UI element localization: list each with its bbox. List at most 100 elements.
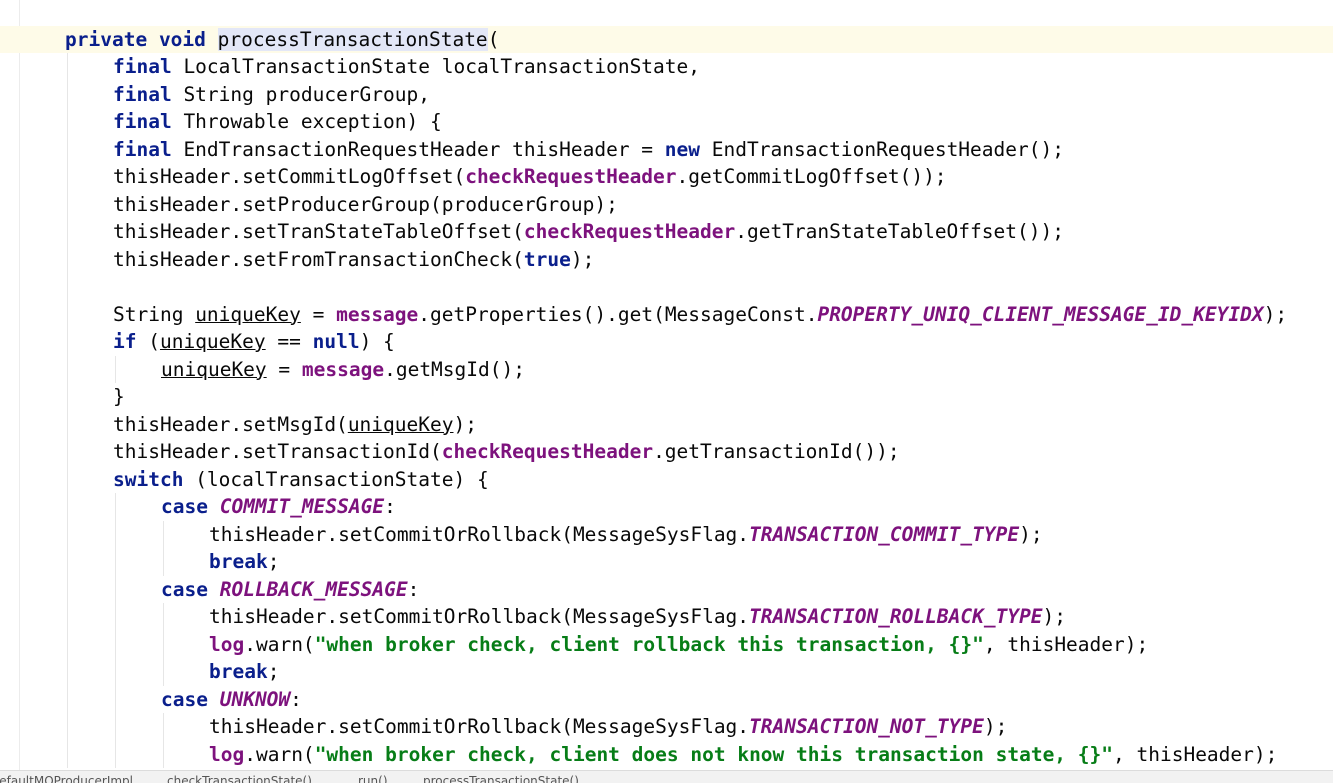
code-line[interactable]: } [0,383,1333,411]
code-line[interactable]: log.warn("when broker check, client roll… [0,630,1333,659]
token: ( [136,330,160,353]
code-line[interactable]: case UNKNOW: [0,685,1333,713]
indent-guide [67,713,68,741]
token-fld: message [336,302,419,326]
code-line[interactable]: final LocalTransactionState localTransac… [0,53,1333,81]
token-kw: if [113,330,137,353]
token: : [407,577,420,601]
token: thisHeader.setCommitOrRollback(MessageSy… [209,522,750,546]
code-line[interactable]: thisHeader.setTranStateTableOffset(check… [0,218,1333,246]
code-line[interactable]: if (uniqueKey == null) { [0,328,1333,356]
code-text: case ROLLBACK_MESSAGE: [161,576,419,604]
token: String [113,302,196,326]
token: thisHeader.setProducerGroup(producerGrou… [113,192,618,216]
code-text: log.warn("when broker check, client roll… [209,631,1148,659]
token: ) { [359,330,395,353]
indent-guide [115,355,116,383]
code-line[interactable]: final EndTransactionRequestHeader thisHe… [0,135,1333,164]
code-text: thisHeader.setTransactionId(checkRequest… [113,438,900,466]
code-line[interactable]: final Throwable exception) { [0,108,1333,136]
token: ); [1019,522,1043,546]
code-line[interactable]: break; [0,658,1333,686]
code-line[interactable]: log.warn("when broker check, client does… [0,740,1333,768]
indent-guide [67,355,68,383]
code-line[interactable]: break; [0,548,1333,576]
token: EndTransactionRequestHeader(); [700,137,1064,161]
indent-guide [67,410,68,438]
code-line[interactable]: thisHeader.setMsgId(uniqueKey); [0,410,1333,439]
code-line[interactable]: thisHeader.setTransactionId(checkRequest… [0,438,1333,466]
indent-guide [67,520,68,548]
indent-guide [163,658,164,686]
token: ( [487,27,500,51]
token: = [266,357,302,381]
token-fld: checkRequestHeader [523,220,736,243]
code-text: } [113,383,125,411]
code-text: final EndTransactionRequestHeader thisHe… [113,136,1064,164]
token: .getProperties().get(MessageConst. [418,302,818,326]
code-line[interactable]: thisHeader.setCommitLogOffset(checkReque… [0,163,1333,191]
code-line[interactable]: thisHeader.setCommitOrRollback(MessageSy… [0,713,1333,741]
token: ); [983,715,1008,738]
code-line[interactable]: thisHeader.setCommitOrRollback(MessageSy… [0,603,1333,631]
token-const: PROPERTY_UNIQ_CLIENT_MESSAGE_ID_KEYIDX [817,302,1264,326]
token: .warn( [244,632,315,656]
indent-guide [115,685,116,713]
token-const: TRANSACTION_NOT_TYPE [749,715,984,738]
code-line[interactable]: final String producerGroup, [0,80,1333,109]
code-line[interactable]: case ROLLBACK_MESSAGE: [0,575,1333,604]
token-kw: break [209,660,268,683]
indent-guide [67,630,68,658]
indent-guide [163,630,164,658]
token-fld: checkRequestHeader [441,440,654,463]
token: ; [267,660,280,683]
token: thisHeader.setCommitLogOffset( [113,165,466,188]
code-line[interactable]: uniqueKey = message.getMsgId(); [0,355,1333,383]
code-text: break; [209,658,279,686]
token-str: "when broker check, client rollback this… [314,632,984,656]
token-kw: final [113,82,172,106]
token: thisHeader.setTranStateTableOffset( [113,220,524,243]
code-text: String uniqueKey = message.getProperties… [113,301,1287,329]
code-line[interactable] [0,273,1333,301]
code-line[interactable]: thisHeader.setFromTransactionCheck(true)… [0,245,1333,274]
indent-guide [67,245,68,273]
token-var: uniqueKey [159,330,266,353]
code-line[interactable]: switch (localTransactionState) { [0,465,1333,493]
indent-guide [163,740,164,768]
token-kw: final [113,55,172,78]
token-const: UNKNOW [219,687,291,711]
indent-guide [67,548,68,576]
token-kw: final [113,137,172,161]
indent-guide [67,218,68,246]
token-kw: null [312,330,360,353]
code-text: thisHeader.setProducerGroup(producerGrou… [113,191,618,219]
breadcrumb-bar: DefaultMQProducerImpl checkTransactionSta… [0,770,1333,783]
token: , thisHeader); [1113,742,1278,766]
code-line[interactable]: thisHeader.setProducerGroup(producerGrou… [0,190,1333,219]
token-fld: message [301,357,385,381]
indent-guide [67,383,68,411]
code-text: final LocalTransactionState localTransac… [113,53,700,81]
code-text: thisHeader.setFromTransactionCheck(true)… [113,246,594,274]
code-text: thisHeader.setCommitOrRollback(MessageSy… [209,713,1007,741]
code-line[interactable]: String uniqueKey = message.getProperties… [0,300,1333,329]
code-line[interactable]: case COMMIT_MESSAGE: [0,493,1333,521]
indent-guide [115,713,116,741]
token-kw: new [664,137,701,161]
code-text: break; [209,548,279,576]
indent-guide [115,493,116,521]
indent-guide [163,603,164,631]
token-kw: case [161,495,208,518]
code-text: thisHeader.setMsgId(uniqueKey); [113,411,477,439]
code-line[interactable]: thisHeader.setCommitOrRollback(MessageSy… [0,520,1333,548]
code-line[interactable]: private void processTransactionState( [0,25,1333,53]
token-fld: log [209,742,245,766]
token: LocalTransactionState localTransactionSt… [171,55,701,78]
indent-guide [115,658,116,686]
token: .warn( [244,742,315,766]
code-text: final String producerGroup, [113,81,430,109]
